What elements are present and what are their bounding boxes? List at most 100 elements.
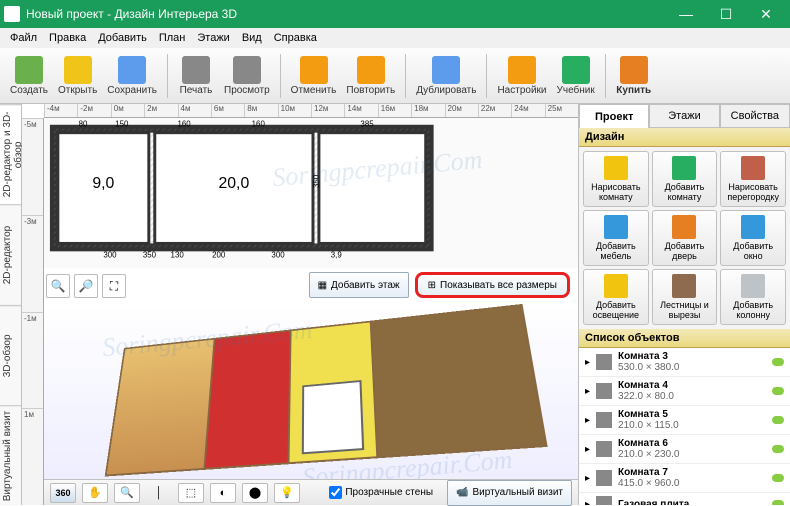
vtab-2[interactable]: 3D-обзор bbox=[0, 305, 21, 405]
vtab-0[interactable]: 2D-редактор и 3D-обзор bbox=[0, 104, 21, 204]
object-item[interactable]: ▸Комната 6210.0 × 230.0 bbox=[579, 435, 790, 464]
object-item[interactable]: ▸Газовая плита bbox=[579, 493, 790, 505]
vtab-3[interactable]: Виртуальный визит bbox=[0, 405, 21, 505]
object-item[interactable]: ▸ Комната 7415.0 × 960.0 bbox=[579, 464, 790, 493]
design-Нарисовать-комнату[interactable]: Нарисовать комнату bbox=[583, 151, 649, 207]
toolbar-Сохранить[interactable]: Сохранить bbox=[103, 54, 161, 98]
ruler-tick: 4м bbox=[178, 104, 211, 117]
titlebar: Новый проект - Дизайн Интерьера 3D — ☐ ✕ bbox=[0, 0, 790, 28]
divider-icon: │ bbox=[146, 483, 172, 503]
vtab-1[interactable]: 2D-редактор bbox=[0, 204, 21, 304]
toolbar-label: Создать bbox=[10, 85, 48, 96]
toolbar-separator bbox=[405, 54, 406, 98]
menu-Файл[interactable]: Файл bbox=[4, 30, 43, 46]
visibility-toggle[interactable] bbox=[772, 387, 784, 395]
visibility-toggle[interactable] bbox=[772, 358, 784, 366]
design-Добавить-мебель[interactable]: Добавить мебель bbox=[583, 210, 649, 266]
plan-2d-view[interactable]: 9,0 80 150 20,0 160 160 385 300 350 130 … bbox=[44, 118, 578, 268]
object-list[interactable]: ▸Комната 3530.0 × 380.0▸Комната 4322.0 ×… bbox=[579, 348, 790, 505]
toolbar-Создать[interactable]: Создать bbox=[6, 54, 52, 98]
pan-button[interactable]: ✋ bbox=[82, 483, 108, 503]
visibility-toggle[interactable] bbox=[772, 474, 784, 482]
show-all-sizes-button[interactable]: ⊞ Показывать все размеры bbox=[415, 272, 570, 298]
object-item[interactable]: ▸Комната 3530.0 × 380.0 bbox=[579, 348, 790, 377]
design-Добавить-окно[interactable]: Добавить окно bbox=[720, 210, 786, 266]
visibility-toggle[interactable] bbox=[772, 500, 784, 505]
app-icon bbox=[4, 6, 20, 22]
toolbar-Открыть[interactable]: Открыть bbox=[54, 54, 101, 98]
design-Нарисовать-перегородку[interactable]: Нарисовать перегородку bbox=[720, 151, 786, 207]
toolbar-Дублировать[interactable]: Дублировать bbox=[412, 54, 480, 98]
menu-План[interactable]: План bbox=[153, 30, 192, 46]
virtual-visit-label: Виртуальный визит bbox=[472, 487, 563, 498]
menu-Справка[interactable]: Справка bbox=[268, 30, 323, 46]
svg-text:350: 350 bbox=[143, 250, 157, 259]
zoom-fit-button[interactable]: ⛶ bbox=[102, 274, 126, 298]
toolbar-Купить[interactable]: Купить bbox=[612, 54, 656, 98]
add-floor-button[interactable]: ▦ Добавить этаж bbox=[309, 272, 409, 298]
object-icon bbox=[596, 354, 612, 370]
expand-icon[interactable]: ▸ bbox=[585, 386, 590, 397]
tool-button[interactable]: ⬚ bbox=[178, 483, 204, 503]
room-area-2: 20,0 bbox=[218, 175, 249, 192]
menu-Вид[interactable]: Вид bbox=[236, 30, 268, 46]
design-Добавить-освещение[interactable]: Добавить освещение bbox=[583, 269, 649, 325]
ruler-tick: 20м bbox=[445, 104, 478, 117]
object-text: Комната 7415.0 × 960.0 bbox=[618, 467, 766, 489]
tool-button[interactable]: ◐ bbox=[210, 483, 236, 503]
toolbar-label: Печать bbox=[180, 85, 213, 96]
toolbar-Просмотр[interactable]: Просмотр bbox=[220, 54, 274, 98]
maximize-button[interactable]: ☐ bbox=[706, 0, 746, 28]
visibility-toggle[interactable] bbox=[772, 445, 784, 453]
right-tab-Этажи[interactable]: Этажи bbox=[649, 104, 719, 128]
svg-text:160: 160 bbox=[178, 120, 192, 129]
design-icon bbox=[672, 156, 696, 180]
menu-Добавить[interactable]: Добавить bbox=[92, 30, 153, 46]
view-3d[interactable] bbox=[44, 304, 578, 479]
toolbar-Повторить[interactable]: Повторить bbox=[342, 54, 399, 98]
transparent-walls-input[interactable] bbox=[329, 486, 342, 499]
design-Лестницы-и-вырезы[interactable]: Лестницы и вырезы bbox=[652, 269, 718, 325]
menu-Правка[interactable]: Правка bbox=[43, 30, 92, 46]
toolbar-Печать[interactable]: Печать bbox=[174, 54, 218, 98]
expand-icon[interactable]: ▸ bbox=[585, 357, 590, 368]
close-button[interactable]: ✕ bbox=[746, 0, 786, 28]
expand-icon[interactable]: ▸ bbox=[585, 415, 590, 426]
tool-button[interactable]: ⬤ bbox=[242, 483, 268, 503]
design-icon bbox=[604, 215, 628, 239]
ruler-tick: 22м bbox=[478, 104, 511, 117]
rotate-360-button[interactable]: 360 bbox=[50, 483, 76, 503]
show-sizes-label: Показывать все размеры bbox=[440, 280, 557, 291]
menu-Этажи[interactable]: Этажи bbox=[191, 30, 235, 46]
zoom-3d-button[interactable]: 🔍 bbox=[114, 483, 140, 503]
object-icon bbox=[596, 470, 612, 486]
ruler-tick: -2м bbox=[77, 104, 110, 117]
design-Добавить-колонну[interactable]: Добавить колонну bbox=[720, 269, 786, 325]
zoom-in-button[interactable]: 🔍 bbox=[46, 274, 70, 298]
transparent-walls-checkbox[interactable]: Прозрачные стены bbox=[329, 486, 433, 499]
right-tab-Свойства[interactable]: Свойства bbox=[720, 104, 790, 128]
toolbar-Отменить[interactable]: Отменить bbox=[287, 54, 341, 98]
right-tab-Проект[interactable]: Проект bbox=[579, 104, 649, 128]
toolbar-icon bbox=[508, 56, 536, 84]
ruler-tick: 10м bbox=[278, 104, 311, 117]
design-Добавить-дверь[interactable]: Добавить дверь bbox=[652, 210, 718, 266]
toolbar-label: Просмотр bbox=[224, 85, 270, 96]
light-button[interactable]: 💡 bbox=[274, 483, 300, 503]
virtual-visit-button[interactable]: 📹 Виртуальный визит bbox=[447, 480, 572, 506]
object-item[interactable]: ▸Комната 4322.0 × 80.0 bbox=[579, 377, 790, 406]
toolbar-Настройки[interactable]: Настройки bbox=[493, 54, 550, 98]
expand-icon[interactable]: ▸ bbox=[585, 444, 590, 455]
toolbar-Учебник[interactable]: Учебник bbox=[553, 54, 599, 98]
ruler-tick: 18м bbox=[411, 104, 444, 117]
design-icon bbox=[604, 156, 628, 180]
expand-icon[interactable]: ▸ bbox=[585, 473, 590, 484]
visibility-toggle[interactable] bbox=[772, 416, 784, 424]
design-label: Добавить освещение bbox=[586, 300, 646, 320]
object-item[interactable]: ▸Комната 5210.0 × 115.0 bbox=[579, 406, 790, 435]
expand-icon[interactable]: ▸ bbox=[585, 499, 590, 506]
minimize-button[interactable]: — bbox=[666, 0, 706, 28]
design-Добавить-комнату[interactable]: Добавить комнату bbox=[652, 151, 718, 207]
zoom-out-button[interactable]: 🔎 bbox=[74, 274, 98, 298]
toolbar-label: Повторить bbox=[346, 85, 395, 96]
